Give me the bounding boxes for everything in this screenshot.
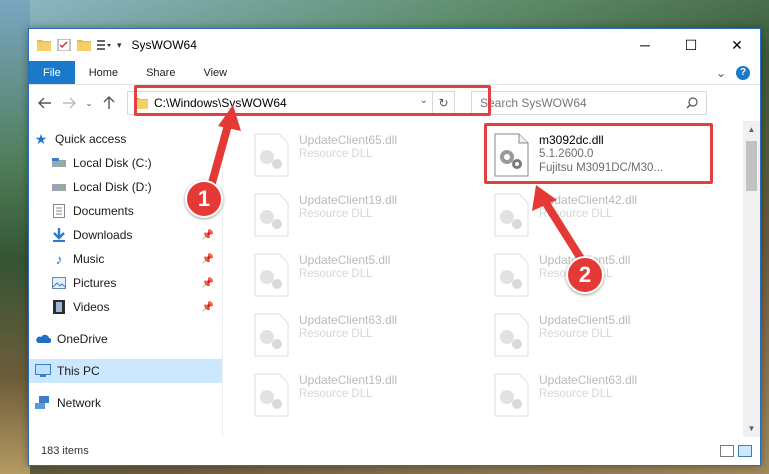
step-2-badge: 2 <box>566 256 604 294</box>
annotation-arrows <box>206 105 587 266</box>
step-1-badge: 1 <box>185 180 223 218</box>
arrow-1 <box>206 105 241 194</box>
arrow-2 <box>532 185 587 266</box>
